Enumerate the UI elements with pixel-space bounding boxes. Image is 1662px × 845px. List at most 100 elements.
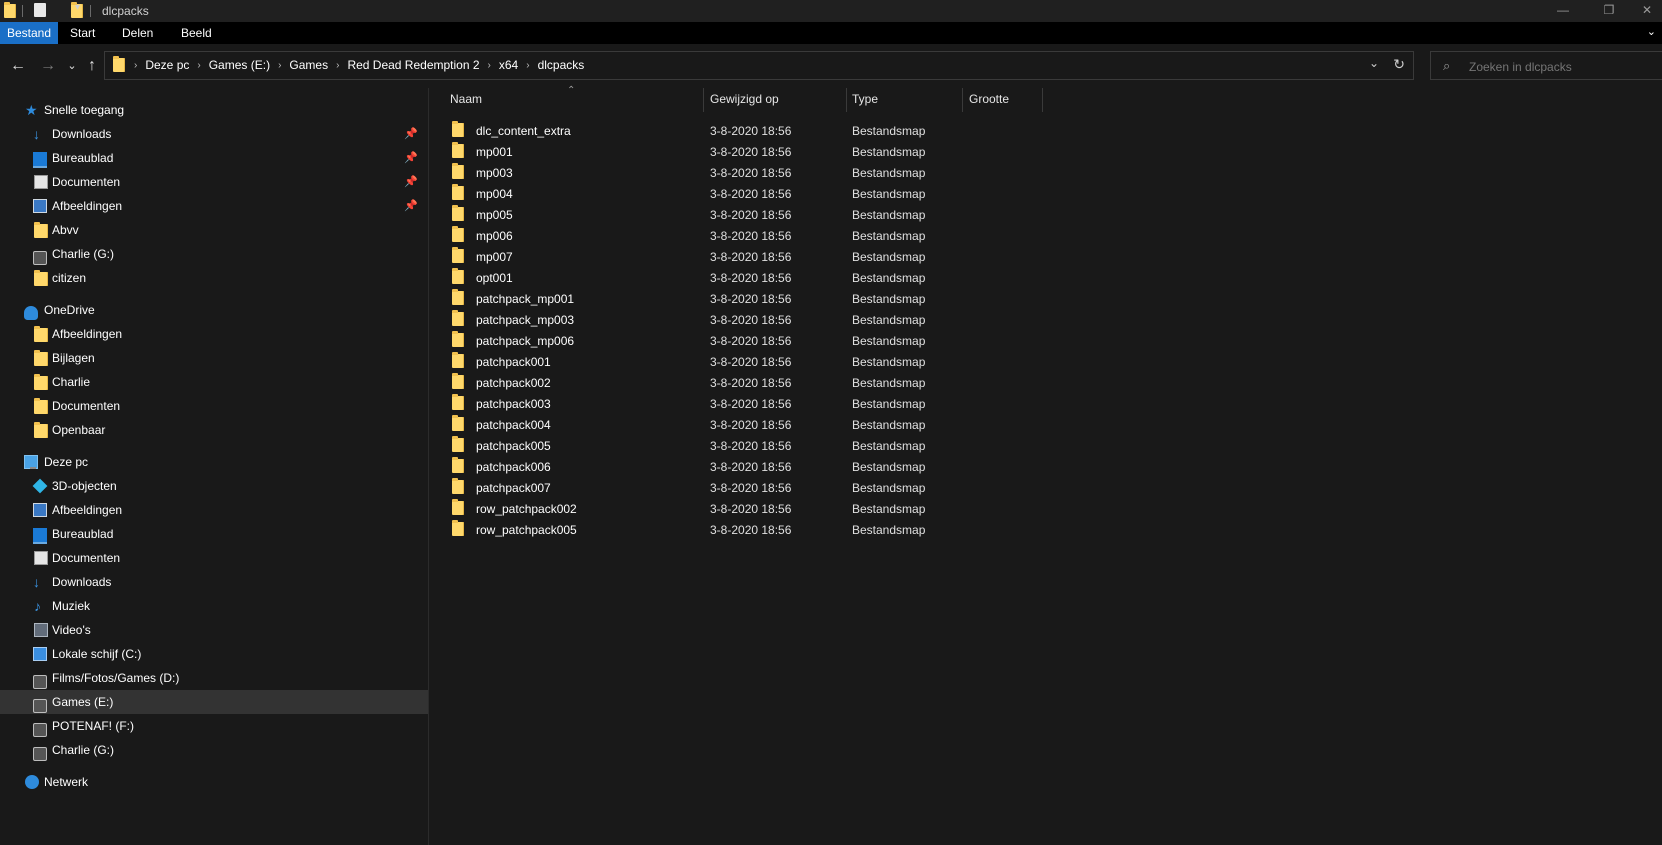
breadcrumb-separator-icon[interactable]: › bbox=[273, 60, 286, 71]
sidebar-item-onedrive[interactable]: OneDrive bbox=[0, 298, 428, 322]
column-divider[interactable] bbox=[703, 88, 704, 112]
back-button[interactable]: ← bbox=[8, 56, 28, 76]
search-box[interactable]: ⌕ bbox=[1430, 51, 1662, 80]
column-divider[interactable] bbox=[1042, 88, 1043, 112]
sidebar-item-charlie[interactable]: Charlie bbox=[0, 370, 428, 394]
tab-bestand[interactable]: Bestand bbox=[0, 22, 59, 44]
navigation-pane[interactable]: ★ Snelle toegang ↓ Downloads 📌 Bureaubla… bbox=[0, 88, 429, 845]
sidebar-item-citizen[interactable]: citizen bbox=[0, 266, 428, 290]
file-row[interactable]: mp005 3-8-2020 18:56 Bestandsmap bbox=[444, 204, 1644, 224]
file-row[interactable]: patchpack_mp003 3-8-2020 18:56 Bestandsm… bbox=[444, 309, 1644, 329]
recent-locations-chevron-icon[interactable]: ⌄ bbox=[62, 56, 82, 76]
refresh-icon[interactable]: ↻ bbox=[1393, 56, 1405, 73]
sidebar-item-games-e[interactable]: Games (E:) bbox=[0, 690, 428, 714]
breadcrumb-dlcpacks[interactable]: dlcpacks bbox=[535, 58, 588, 72]
sidebar-item-pc-downloads[interactable]: ↓ Downloads bbox=[0, 570, 428, 594]
column-header-modified[interactable]: Gewijzigd op bbox=[710, 92, 779, 106]
sidebar-item-netwerk[interactable]: Netwerk bbox=[0, 770, 428, 794]
file-row[interactable]: mp003 3-8-2020 18:56 Bestandsmap bbox=[444, 162, 1644, 182]
file-row[interactable]: mp004 3-8-2020 18:56 Bestandsmap bbox=[444, 183, 1644, 203]
file-row[interactable]: row_patchpack005 3-8-2020 18:56 Bestands… bbox=[444, 519, 1644, 539]
file-row[interactable]: patchpack001 3-8-2020 18:56 Bestandsmap bbox=[444, 351, 1644, 371]
close-button[interactable]: ✕ bbox=[1632, 0, 1662, 22]
file-row[interactable]: mp006 3-8-2020 18:56 Bestandsmap bbox=[444, 225, 1644, 245]
system-drive-icon bbox=[33, 647, 47, 661]
sidebar-item-afbeeldingen[interactable]: Afbeeldingen 📌 bbox=[0, 194, 428, 218]
customize-toolbar-icon[interactable]: ▾ bbox=[75, 2, 80, 13]
column-header-size[interactable]: Grootte bbox=[969, 92, 1009, 106]
breadcrumb-games-e[interactable]: Games (E:) bbox=[206, 58, 273, 72]
breadcrumb-separator-icon[interactable]: › bbox=[192, 60, 205, 71]
folder-icon bbox=[452, 457, 464, 473]
sidebar-item-potenaf-f[interactable]: POTENAF! (F:) bbox=[0, 714, 428, 738]
properties-icon[interactable] bbox=[34, 3, 46, 17]
file-row[interactable]: patchpack006 3-8-2020 18:56 Bestandsmap bbox=[444, 456, 1644, 476]
forward-button[interactable]: → bbox=[38, 56, 58, 76]
sidebar-item-pc-documenten[interactable]: Documenten bbox=[0, 546, 428, 570]
minimize-button[interactable]: — bbox=[1540, 0, 1586, 22]
tab-start[interactable]: Start bbox=[63, 22, 102, 44]
column-header-type[interactable]: Type bbox=[852, 92, 878, 106]
file-date: 3-8-2020 18:56 bbox=[710, 208, 792, 222]
column-header-name[interactable]: Naam bbox=[450, 92, 482, 106]
file-row[interactable]: patchpack004 3-8-2020 18:56 Bestandsmap bbox=[444, 414, 1644, 434]
folder-icon[interactable] bbox=[4, 2, 16, 18]
sidebar-item-onedrive-afbeeldingen[interactable]: Afbeeldingen bbox=[0, 322, 428, 346]
sidebar-item-films-fotos-games-d[interactable]: Films/Fotos/Games (D:) bbox=[0, 666, 428, 690]
search-input[interactable] bbox=[1467, 59, 1626, 75]
sidebar-item-lokale-schijf-c[interactable]: Lokale schijf (C:) bbox=[0, 642, 428, 666]
file-row[interactable]: dlc_content_extra 3-8-2020 18:56 Bestand… bbox=[444, 120, 1644, 140]
sidebar-item-muziek[interactable]: ♪ Muziek bbox=[0, 594, 428, 618]
file-row[interactable]: mp001 3-8-2020 18:56 Bestandsmap bbox=[444, 141, 1644, 161]
sidebar-item-videos[interactable]: Video's bbox=[0, 618, 428, 642]
file-date: 3-8-2020 18:56 bbox=[710, 418, 792, 432]
sidebar-item-3d-objecten[interactable]: 3D-objecten bbox=[0, 474, 428, 498]
sidebar-item-bureaublad[interactable]: Bureaublad 📌 bbox=[0, 146, 428, 170]
file-row[interactable]: patchpack007 3-8-2020 18:56 Bestandsmap bbox=[444, 477, 1644, 497]
file-row[interactable]: mp007 3-8-2020 18:56 Bestandsmap bbox=[444, 246, 1644, 266]
file-row[interactable]: patchpack_mp006 3-8-2020 18:56 Bestandsm… bbox=[444, 330, 1644, 350]
column-divider[interactable] bbox=[846, 88, 847, 112]
sidebar-item-label: citizen bbox=[52, 271, 87, 285]
breadcrumb-separator-icon[interactable]: › bbox=[331, 60, 344, 71]
sidebar-item-label: Snelle toegang bbox=[44, 103, 125, 117]
sidebar-item-snelle-toegang[interactable]: ★ Snelle toegang bbox=[0, 98, 428, 122]
restore-button[interactable]: ❐ bbox=[1586, 0, 1632, 22]
folder-icon bbox=[452, 121, 464, 137]
sidebar-item-pc-afbeeldingen[interactable]: Afbeeldingen bbox=[0, 498, 428, 522]
sidebar-item-bijlagen[interactable]: Bijlagen bbox=[0, 346, 428, 370]
sidebar-item-charlie-g[interactable]: Charlie (G:) bbox=[0, 242, 428, 266]
breadcrumb-separator-icon[interactable]: › bbox=[521, 60, 534, 71]
file-list[interactable]: ⌃ Naam Gewijzigd op Type Grootte dlc_con… bbox=[430, 85, 1662, 845]
breadcrumb-separator-icon[interactable]: › bbox=[483, 60, 496, 71]
up-button[interactable]: ↑ bbox=[82, 56, 102, 76]
sidebar-item-onedrive-documenten[interactable]: Documenten bbox=[0, 394, 428, 418]
breadcrumb-red-dead-redemption-2[interactable]: Red Dead Redemption 2 bbox=[344, 58, 482, 72]
breadcrumb-games[interactable]: Games bbox=[286, 58, 331, 72]
sidebar-item-pc-bureaublad[interactable]: Bureaublad bbox=[0, 522, 428, 546]
breadcrumb-x64[interactable]: x64 bbox=[496, 58, 521, 72]
tab-beeld[interactable]: Beeld bbox=[174, 22, 219, 44]
file-name: patchpack007 bbox=[476, 481, 551, 495]
sidebar-item-downloads[interactable]: ↓ Downloads 📌 bbox=[0, 122, 428, 146]
tab-delen[interactable]: Delen bbox=[115, 22, 160, 44]
file-row[interactable]: patchpack005 3-8-2020 18:56 Bestandsmap bbox=[444, 435, 1644, 455]
file-row[interactable]: row_patchpack002 3-8-2020 18:56 Bestands… bbox=[444, 498, 1644, 518]
file-row[interactable]: opt001 3-8-2020 18:56 Bestandsmap bbox=[444, 267, 1644, 287]
sidebar-item-documenten[interactable]: Documenten 📌 bbox=[0, 170, 428, 194]
breadcrumb-separator-icon[interactable]: › bbox=[129, 60, 142, 71]
sidebar-item-pc-charlie-g[interactable]: Charlie (G:) bbox=[0, 738, 428, 762]
file-row[interactable]: patchpack003 3-8-2020 18:56 Bestandsmap bbox=[444, 393, 1644, 413]
address-bar[interactable]: › Deze pc › Games (E:) › Games › Red Dea… bbox=[104, 51, 1414, 80]
sidebar-item-deze-pc[interactable]: Deze pc bbox=[0, 450, 428, 474]
expand-ribbon-icon[interactable]: ⌄ bbox=[1647, 25, 1656, 38]
sidebar-item-openbaar[interactable]: Openbaar bbox=[0, 418, 428, 442]
file-row[interactable]: patchpack002 3-8-2020 18:56 Bestandsmap bbox=[444, 372, 1644, 392]
folder-icon bbox=[452, 499, 464, 515]
column-divider[interactable] bbox=[962, 88, 963, 112]
file-row[interactable]: patchpack_mp001 3-8-2020 18:56 Bestandsm… bbox=[444, 288, 1644, 308]
sidebar-item-abvv[interactable]: Abvv bbox=[0, 218, 428, 242]
breadcrumb-deze-pc[interactable]: Deze pc bbox=[142, 58, 192, 72]
address-dropdown-icon[interactable]: ⌄ bbox=[1369, 56, 1379, 70]
sidebar-item-label: Afbeeldingen bbox=[52, 199, 123, 213]
